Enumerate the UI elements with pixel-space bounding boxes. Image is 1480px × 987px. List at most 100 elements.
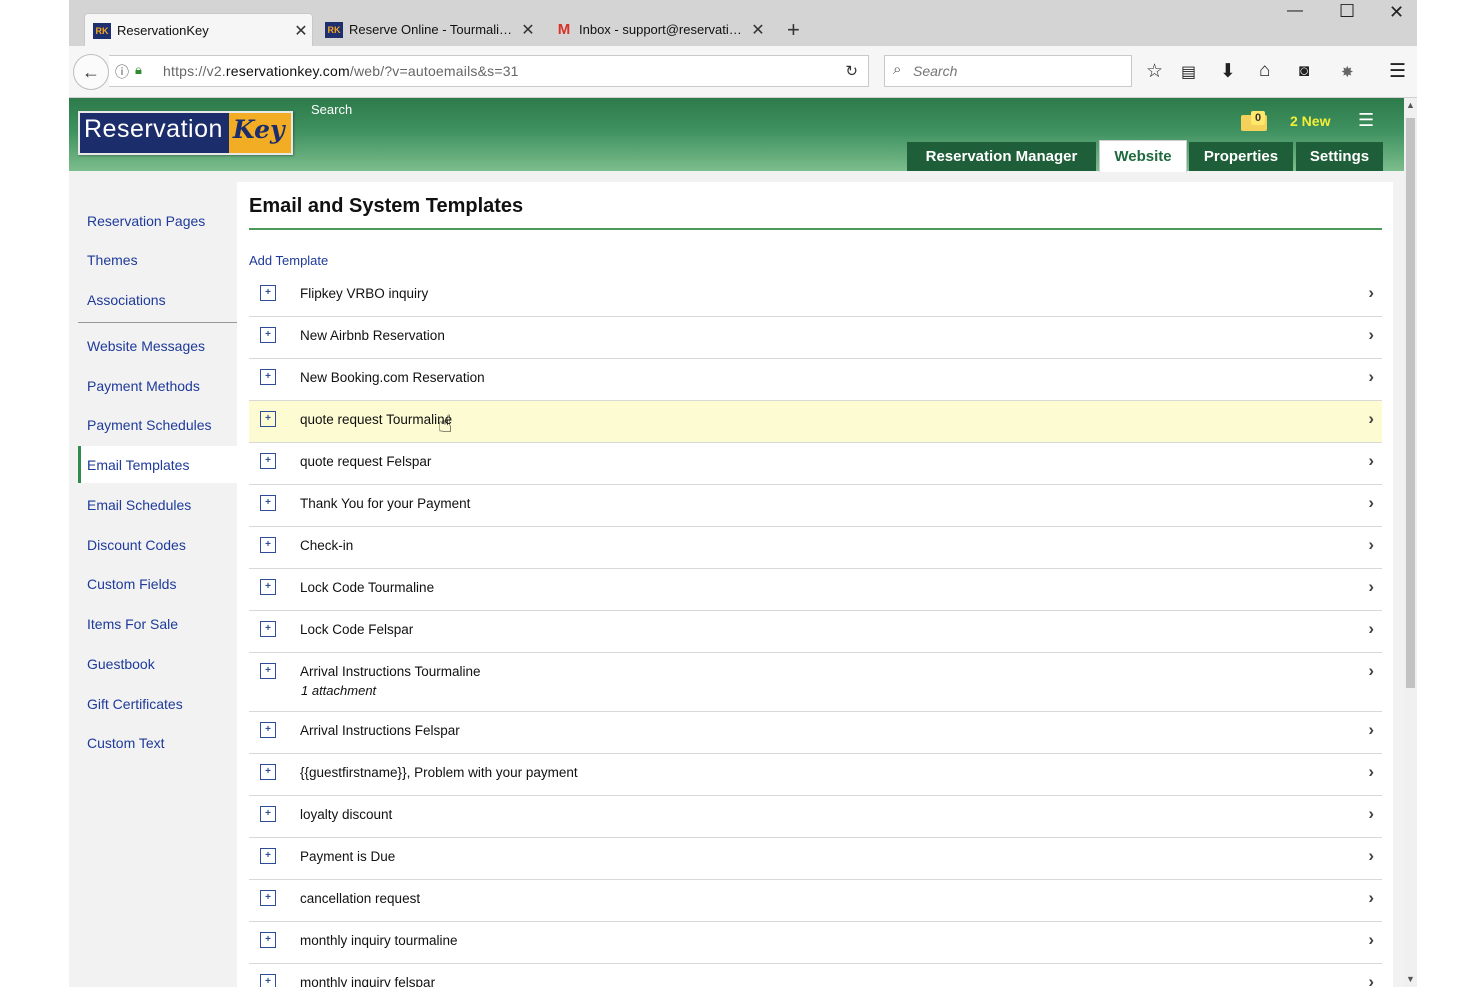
vertical-scrollbar[interactable]: ▲ ▼ — [1404, 98, 1417, 987]
template-row[interactable]: + Arrival Instructions Felspar › — [249, 712, 1382, 754]
chevron-right-icon[interactable]: › — [1368, 493, 1374, 513]
browser-search-input[interactable] — [911, 62, 1115, 80]
chevron-right-icon[interactable]: › — [1368, 661, 1374, 681]
expand-icon[interactable]: + — [260, 722, 276, 738]
template-row[interactable]: + cancellation request › — [249, 880, 1382, 922]
browser-search-box[interactable]: ⌕ — [884, 55, 1132, 87]
address-bar[interactable]: ⓘ 🔒︎ https://v2.reservationkey.com/web/?… — [109, 55, 869, 87]
close-tab-icon[interactable]: ✕ — [517, 20, 539, 40]
sidebar-item-items-for-sale[interactable]: Items For Sale — [78, 605, 237, 642]
expand-icon[interactable]: + — [260, 890, 276, 906]
expand-icon[interactable]: + — [260, 848, 276, 864]
pocket-icon[interactable]: ◙ — [1299, 61, 1309, 81]
close-tab-icon[interactable]: ✕ — [290, 21, 312, 41]
reload-icon[interactable]: ↻ — [845, 62, 858, 80]
chevron-right-icon[interactable]: › — [1368, 804, 1374, 824]
nav-website[interactable]: Website — [1099, 140, 1187, 172]
expand-icon[interactable]: + — [260, 327, 276, 343]
sidebar-item-themes[interactable]: Themes — [78, 241, 237, 278]
home-icon[interactable]: ⌂ — [1259, 60, 1270, 82]
close-tab-icon[interactable]: ✕ — [747, 20, 769, 40]
template-row[interactable]: + monthly inquiry tourmaline › — [249, 922, 1382, 964]
expand-icon[interactable]: + — [260, 537, 276, 553]
scroll-down-icon[interactable]: ▼ — [1406, 974, 1415, 984]
template-row[interactable]: + Thank You for your Payment › — [249, 485, 1382, 527]
chevron-right-icon[interactable]: › — [1368, 451, 1374, 471]
template-row[interactable]: + Lock Code Felspar › — [249, 611, 1382, 653]
expand-icon[interactable]: + — [260, 932, 276, 948]
chevron-right-icon[interactable]: › — [1368, 409, 1374, 429]
template-row[interactable]: + New Airbnb Reservation › — [249, 317, 1382, 359]
chevron-right-icon[interactable]: › — [1368, 720, 1374, 740]
sidebar-item-email-templates[interactable]: Email Templates — [78, 446, 237, 483]
tab-reservationkey[interactable]: RK ReservationKey ✕ — [84, 13, 313, 47]
sidebar-item-custom-fields[interactable]: Custom Fields — [78, 565, 237, 602]
extension-icon[interactable]: ✸ — [1341, 63, 1354, 81]
chevron-right-icon[interactable]: › — [1368, 619, 1374, 639]
new-count-link[interactable]: 2 New — [1290, 113, 1330, 129]
nav-reservation-manager[interactable]: Reservation Manager — [907, 142, 1096, 171]
sidebar-item-payment-methods[interactable]: Payment Methods — [78, 367, 237, 404]
chevron-right-icon[interactable]: › — [1368, 367, 1374, 387]
app-menu-icon[interactable]: ☰ — [1358, 110, 1374, 131]
sidebar-item-payment-schedules[interactable]: Payment Schedules — [78, 406, 237, 443]
header-search-link[interactable]: Search — [311, 102, 352, 117]
sidebar-item-gift-certificates[interactable]: Gift Certificates — [78, 685, 237, 722]
add-template-link[interactable]: Add Template — [249, 253, 328, 268]
template-row[interactable]: + Flipkey VRBO inquiry › — [249, 275, 1382, 317]
expand-icon[interactable]: + — [260, 764, 276, 780]
template-row[interactable]: + Arrival Instructions Tourmaline 1 atta… — [249, 653, 1382, 712]
sidebar-item-email-schedules[interactable]: Email Schedules — [78, 486, 237, 523]
expand-icon[interactable]: + — [260, 621, 276, 637]
expand-icon[interactable]: + — [260, 411, 276, 427]
expand-icon[interactable]: + — [260, 453, 276, 469]
scrollbar-thumb[interactable] — [1406, 118, 1415, 688]
template-row[interactable]: + Payment is Due › — [249, 838, 1382, 880]
notification-envelope-icon[interactable]: 0 — [1241, 109, 1273, 133]
sidebar-item-custom-text[interactable]: Custom Text — [78, 724, 237, 761]
expand-icon[interactable]: + — [260, 495, 276, 511]
expand-icon[interactable]: + — [260, 579, 276, 595]
template-row[interactable]: + Check-in › — [249, 527, 1382, 569]
template-row[interactable]: + Lock Code Tourmaline › — [249, 569, 1382, 611]
chevron-right-icon[interactable]: › — [1368, 577, 1374, 597]
chevron-right-icon[interactable]: › — [1368, 762, 1374, 782]
close-window-icon[interactable]: ✕ — [1389, 2, 1404, 23]
template-row[interactable]: + {{guestfirstname}}, Problem with your … — [249, 754, 1382, 796]
chevron-right-icon[interactable]: › — [1368, 325, 1374, 345]
sidebar-item-guestbook[interactable]: Guestbook — [78, 645, 237, 682]
chevron-right-icon[interactable]: › — [1368, 283, 1374, 303]
chevron-right-icon[interactable]: › — [1368, 930, 1374, 950]
reservationkey-logo[interactable]: Reservation Key — [78, 111, 293, 155]
expand-icon[interactable]: + — [260, 285, 276, 301]
scroll-up-icon[interactable]: ▲ — [1406, 100, 1415, 110]
expand-icon[interactable]: + — [260, 369, 276, 385]
sidebar-item-website-messages[interactable]: Website Messages — [78, 327, 237, 364]
expand-icon[interactable]: + — [260, 806, 276, 822]
template-row-highlighted[interactable]: + quote request Tourmaline › — [249, 401, 1382, 443]
nav-properties[interactable]: Properties — [1189, 142, 1293, 171]
expand-icon[interactable]: + — [260, 663, 276, 679]
url-text[interactable]: https://v2.reservationkey.com/web/?v=aut… — [163, 63, 519, 79]
new-tab-icon[interactable]: + — [787, 17, 800, 43]
template-row[interactable]: + New Booking.com Reservation › — [249, 359, 1382, 401]
sidebar-item-associations[interactable]: Associations — [78, 281, 237, 318]
info-icon[interactable]: ⓘ — [115, 62, 129, 82]
template-row[interactable]: + quote request Felspar › — [249, 443, 1382, 485]
hamburger-menu-icon[interactable]: ☰ — [1389, 60, 1406, 83]
maximize-icon[interactable]: ☐ — [1339, 1, 1355, 22]
back-arrow-icon[interactable]: ← — [73, 54, 109, 90]
chevron-right-icon[interactable]: › — [1368, 972, 1374, 987]
reading-list-icon[interactable]: ▤ — [1181, 62, 1196, 82]
download-icon[interactable]: ⬇ — [1220, 60, 1236, 83]
minimize-icon[interactable]: — — [1287, 2, 1303, 20]
chevron-right-icon[interactable]: › — [1368, 846, 1374, 866]
chevron-right-icon[interactable]: › — [1368, 888, 1374, 908]
tab-reserve-online[interactable]: RK Reserve Online - Tourmali… ✕ — [317, 13, 539, 46]
bookmark-star-icon[interactable]: ☆ — [1146, 60, 1163, 83]
sidebar-item-reservation-pages[interactable]: Reservation Pages — [78, 202, 237, 239]
template-row[interactable]: + monthly inquiry felspar › — [249, 964, 1382, 987]
expand-icon[interactable]: + — [260, 974, 276, 987]
nav-settings[interactable]: Settings — [1296, 142, 1383, 171]
tab-inbox[interactable]: M Inbox - support@reservati… ✕ — [547, 13, 769, 46]
